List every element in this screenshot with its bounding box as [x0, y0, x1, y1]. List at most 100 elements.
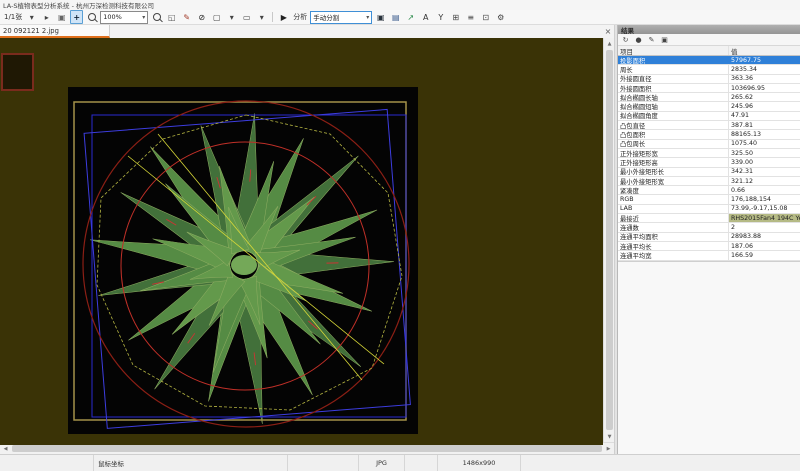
property-label: 拟合椭圆短轴 — [618, 102, 729, 110]
image-tab[interactable]: 20 092121 2.jpg — [0, 25, 110, 38]
copy-image-icon[interactable]: ▣ — [55, 10, 68, 24]
property-label: 正外接矩形高 — [618, 158, 729, 166]
property-label: 最接近 — [618, 214, 729, 222]
font-tool-icon[interactable]: A — [419, 10, 432, 24]
property-label: 凸包周长 — [618, 140, 729, 148]
property-value: 176,188,154 — [729, 195, 800, 203]
save-results-icon[interactable]: ▣ — [660, 35, 669, 44]
canvas-row: ▲ ▼ — [0, 38, 614, 442]
page-indicator: 1/1张 — [3, 12, 23, 22]
image-tab-label: 20 092121 2.jpg — [3, 27, 59, 35]
property-label: 外接圆直径 — [618, 75, 729, 83]
table-row[interactable]: 凸包直径387.81 — [618, 121, 800, 130]
horizontal-scroll-thumb[interactable] — [12, 445, 602, 452]
property-label: 外接圆面积 — [618, 84, 729, 92]
vertical-scroll-thumb[interactable] — [606, 50, 613, 430]
property-label: 连通数 — [618, 223, 729, 231]
chart-tool-icon[interactable]: ↗ — [404, 10, 417, 24]
page-dropdown-icon[interactable]: ▾ — [25, 10, 38, 24]
export-tool-icon[interactable]: ⊡ — [479, 10, 492, 24]
ellipse-shape-dropdown-icon[interactable]: ▾ — [255, 10, 268, 24]
image-tool-icon[interactable]: ▣ — [374, 10, 387, 24]
image-format: JPG — [359, 455, 405, 471]
rect-shape-icon[interactable]: ▢ — [210, 10, 223, 24]
property-value: 387.81 — [729, 121, 800, 129]
table-row[interactable]: 外接圆直径363.36 — [618, 75, 800, 84]
list-tool-icon[interactable]: ≡ — [464, 10, 477, 24]
table-row[interactable]: LAB73.99,-9.17,15.08 — [618, 205, 800, 214]
window-title: LA-S植物表型分析系统 - 杭州万深检测科技有限公司 — [3, 0, 154, 10]
fit-view-icon[interactable]: ◱ — [165, 10, 178, 24]
table-row[interactable]: 最小外接矩形宽321.12 — [618, 177, 800, 186]
table-row[interactable]: 拟合椭圆角度47.91 — [618, 112, 800, 121]
zoom-in-icon[interactable] — [150, 10, 163, 24]
zoom-out-icon[interactable] — [85, 10, 98, 24]
results-table-header: 项目 值 — [618, 46, 800, 56]
table-row[interactable]: 拟合椭圆长轴265.62 — [618, 93, 800, 102]
scroll-right-icon[interactable]: ▶ — [603, 443, 614, 454]
property-value: 2 — [729, 223, 800, 231]
clear-results-icon[interactable]: ● — [634, 35, 643, 44]
refresh-results-icon[interactable]: ↻ — [621, 35, 630, 44]
grid-tool-icon[interactable]: ⊞ — [449, 10, 462, 24]
property-label: LAB — [618, 205, 729, 213]
table-row[interactable]: 紧凑度0.66 — [618, 186, 800, 195]
table-row[interactable]: 正外接矩形高339.00 — [618, 158, 800, 167]
property-label: 连通平均长 — [618, 242, 729, 250]
table-row[interactable]: 周长2835.34 — [618, 65, 800, 74]
segmentation-mode-select-value: 手动分割 — [313, 12, 339, 22]
y-axis-tool-icon[interactable]: Y — [434, 10, 447, 24]
table-row[interactable]: 正外接矩形宽325.50 — [618, 149, 800, 158]
exclude-region-icon[interactable]: ⊘ — [195, 10, 208, 24]
title-bar: LA-S植物表型分析系统 - 杭州万深检测科技有限公司 — [0, 0, 800, 10]
property-label: 最小外接矩形长 — [618, 168, 729, 176]
table-row[interactable]: 连通平均长187.06 — [618, 242, 800, 251]
results-panel-filler — [618, 262, 800, 454]
property-label: 拟合椭圆角度 — [618, 112, 729, 120]
zoom-level-select[interactable]: 100%▾ — [100, 11, 148, 24]
settings-gear-icon[interactable]: ⚙ — [494, 10, 507, 24]
table-row[interactable]: RGB176,188,154 — [618, 195, 800, 204]
property-label: 连通平均面积 — [618, 233, 729, 241]
status-spacer-2 — [405, 455, 438, 471]
property-value: 166.59 — [729, 251, 800, 259]
image-viewport[interactable] — [0, 38, 603, 445]
close-tab-icon[interactable]: × — [602, 25, 614, 38]
main-area: 20 092121 2.jpg × — [0, 25, 800, 454]
edit-results-icon[interactable]: ✎ — [647, 35, 656, 44]
property-value: 265.62 — [729, 93, 800, 101]
results-table-body: 投影面积57967.75周长2835.34外接圆直径363.36外接圆面积103… — [618, 56, 800, 261]
property-value: 321.12 — [729, 177, 800, 185]
table-row[interactable]: 凸包面积88165.13 — [618, 130, 800, 139]
rect-shape-dropdown-icon[interactable]: ▾ — [225, 10, 238, 24]
property-label: 最小外接矩形宽 — [618, 177, 729, 185]
property-label: RGB — [618, 195, 729, 203]
navigator-thumbnail[interactable] — [2, 54, 33, 90]
column-header-item: 项目 — [618, 46, 729, 55]
report-doc-icon[interactable]: ▤ — [389, 10, 402, 24]
ellipse-shape-icon[interactable]: ▭ — [240, 10, 253, 24]
pan-tool-icon[interactable]: + — [70, 10, 83, 24]
table-row[interactable]: 连通平均面积28983.88 — [618, 233, 800, 242]
status-blank — [0, 455, 94, 471]
table-row[interactable]: 连通平均宽166.59 — [618, 251, 800, 260]
dropdown-caret-icon: ▾ — [366, 14, 369, 21]
tab-bar-filler — [110, 25, 602, 38]
table-row[interactable]: 拟合椭圆短轴245.96 — [618, 102, 800, 111]
table-row[interactable]: 最接近RHS2015Fan4 194C Yellow — [618, 214, 800, 223]
table-row[interactable]: 外接圆面积103696.95 — [618, 84, 800, 93]
analyze-play-icon[interactable]: ▶ — [277, 10, 290, 24]
analyze-label: 分析 — [292, 12, 308, 22]
next-image-icon[interactable]: ▸ — [40, 10, 53, 24]
table-row[interactable]: 凸包周长1075.40 — [618, 140, 800, 149]
table-row[interactable]: 连通数2 — [618, 223, 800, 232]
property-value: 28983.88 — [729, 233, 800, 241]
table-row[interactable]: 投影面积57967.75 — [618, 56, 800, 65]
analysis-canvas[interactable] — [0, 38, 603, 445]
table-row[interactable]: 最小外接矩形长342.31 — [618, 168, 800, 177]
property-label: 紧凑度 — [618, 186, 729, 194]
results-panel-title: 结果 — [618, 25, 800, 34]
segmentation-mode-select[interactable]: 手动分割 ▾ — [310, 11, 372, 24]
tab-bar: 20 092121 2.jpg × — [0, 25, 614, 38]
edit-pencil-icon[interactable]: ✎ — [180, 10, 193, 24]
